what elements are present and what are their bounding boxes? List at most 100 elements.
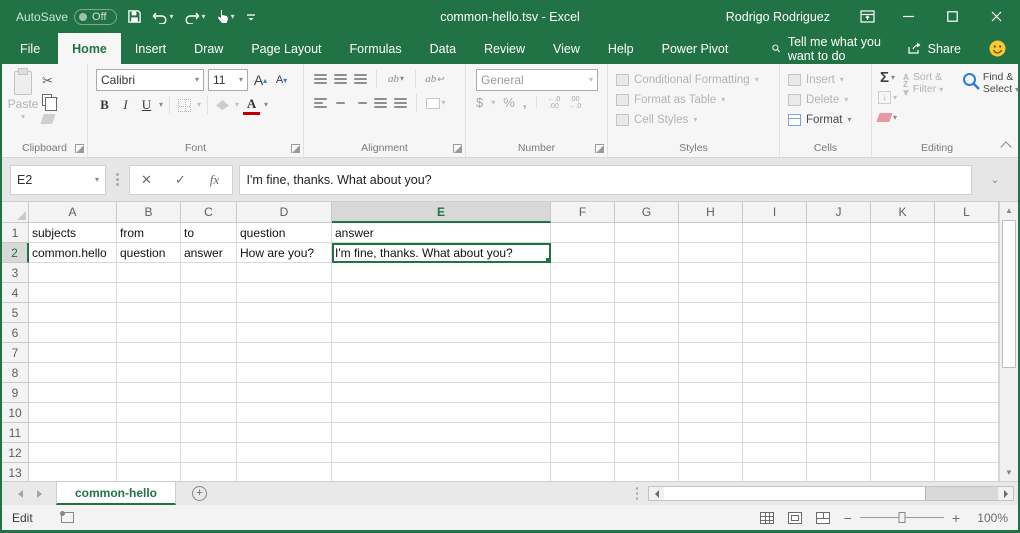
cell-B4[interactable] — [117, 283, 181, 303]
cell-K3[interactable] — [871, 263, 935, 283]
collapse-ribbon-button[interactable] — [1000, 141, 1011, 152]
cell-F4[interactable] — [551, 283, 615, 303]
autosave-control[interactable]: AutoSave Off — [16, 9, 117, 25]
row-header-12[interactable]: 12 — [2, 443, 29, 463]
cell-K9[interactable] — [871, 383, 935, 403]
cell-K10[interactable] — [871, 403, 935, 423]
cell-C11[interactable] — [181, 423, 237, 443]
borders-button[interactable] — [176, 95, 193, 115]
row-header-11[interactable]: 11 — [2, 423, 29, 443]
cell-A6[interactable] — [29, 323, 117, 343]
cell-J13[interactable] — [807, 463, 871, 481]
cell-A5[interactable] — [29, 303, 117, 323]
cell-B6[interactable] — [117, 323, 181, 343]
cell-A12[interactable] — [29, 443, 117, 463]
cell-D8[interactable] — [237, 363, 332, 383]
increase-indent-button[interactable] — [394, 98, 407, 108]
cell-K11[interactable] — [871, 423, 935, 443]
column-header-E[interactable]: E — [332, 202, 551, 223]
cell-L9[interactable] — [935, 383, 999, 403]
zoom-level[interactable]: 100% — [974, 511, 1008, 525]
percent-style-button[interactable]: % — [503, 95, 515, 110]
cell-C2[interactable]: answer — [181, 243, 237, 263]
wrap-text-button[interactable]: ab↩ — [425, 69, 445, 89]
underline-button[interactable]: U — [138, 95, 155, 115]
clear-button[interactable]: ▾ — [878, 109, 897, 126]
column-header-B[interactable]: B — [117, 202, 181, 223]
tab-view[interactable]: View — [539, 33, 594, 64]
cell-F11[interactable] — [551, 423, 615, 443]
font-color-dropdown[interactable]: ▾ — [264, 101, 268, 109]
cell-C10[interactable] — [181, 403, 237, 423]
cell-D3[interactable] — [237, 263, 332, 283]
autosum-button[interactable]: Σ▾ — [880, 69, 895, 86]
name-box-dropdown[interactable]: ▾ — [95, 176, 99, 184]
tell-me-box[interactable]: Tell me what you want to do — [764, 33, 896, 64]
increase-decimal-button[interactable]: ←.0 .00 — [547, 96, 560, 110]
cell-K8[interactable] — [871, 363, 935, 383]
enter-entry-button[interactable]: ✓ — [164, 172, 198, 188]
expand-formula-bar-button[interactable]: ⌄ — [978, 173, 1012, 186]
vertical-scroll-thumb[interactable] — [1002, 220, 1016, 368]
accounting-dropdown[interactable]: ▾ — [491, 99, 495, 107]
cell-F3[interactable] — [551, 263, 615, 283]
cell-J8[interactable] — [807, 363, 871, 383]
font-color-button[interactable]: A — [243, 95, 260, 115]
column-header-L[interactable]: L — [935, 202, 999, 223]
cell-G6[interactable] — [615, 323, 679, 343]
paste-dropdown[interactable]: ▾ — [21, 113, 25, 121]
top-align-button[interactable] — [314, 74, 327, 84]
formula-input[interactable]: I'm fine, thanks. What about you? — [239, 165, 973, 195]
cell-L8[interactable] — [935, 363, 999, 383]
cell-G9[interactable] — [615, 383, 679, 403]
cell-K7[interactable] — [871, 343, 935, 363]
cell-I2[interactable] — [743, 243, 807, 263]
cell-B8[interactable] — [117, 363, 181, 383]
cell-K4[interactable] — [871, 283, 935, 303]
decrease-font-size-button[interactable]: A▾ — [273, 70, 290, 90]
cell-J3[interactable] — [807, 263, 871, 283]
minimize-button[interactable] — [886, 0, 930, 33]
cell-B2[interactable]: question — [117, 243, 181, 263]
cell-I9[interactable] — [743, 383, 807, 403]
row-header-5[interactable]: 5 — [2, 303, 29, 323]
column-header-C[interactable]: C — [181, 202, 237, 223]
cell-J7[interactable] — [807, 343, 871, 363]
cell-G12[interactable] — [615, 443, 679, 463]
cell-K5[interactable] — [871, 303, 935, 323]
cell-styles-button[interactable]: Cell Styles▾ — [616, 111, 775, 128]
sheet-tab-common-hello[interactable]: common-hello — [56, 482, 176, 505]
format-cells-button[interactable]: Format▾ — [788, 111, 867, 128]
cell-D13[interactable] — [237, 463, 332, 481]
tab-home[interactable]: Home — [58, 33, 121, 64]
cell-H2[interactable] — [679, 243, 743, 263]
redo-dropdown[interactable]: ▾ — [202, 12, 206, 21]
cell-H6[interactable] — [679, 323, 743, 343]
cell-H3[interactable] — [679, 263, 743, 283]
cell-D6[interactable] — [237, 323, 332, 343]
font-size-select[interactable]: 11▾ — [208, 69, 248, 91]
row-header-7[interactable]: 7 — [2, 343, 29, 363]
bold-button[interactable]: B — [96, 95, 113, 115]
comma-style-button[interactable]: , — [523, 95, 527, 110]
delete-cells-button[interactable]: Delete▾ — [788, 91, 867, 108]
cell-J10[interactable] — [807, 403, 871, 423]
select-all-button[interactable] — [2, 202, 29, 223]
cell-K13[interactable] — [871, 463, 935, 481]
cell-J4[interactable] — [807, 283, 871, 303]
cell-I10[interactable] — [743, 403, 807, 423]
cell-B13[interactable] — [117, 463, 181, 481]
bottom-align-button[interactable] — [354, 74, 367, 84]
row-header-13[interactable]: 13 — [2, 463, 29, 481]
feedback-button[interactable] — [971, 33, 1018, 64]
cell-D10[interactable] — [237, 403, 332, 423]
tab-insert[interactable]: Insert — [121, 33, 180, 64]
cell-L10[interactable] — [935, 403, 999, 423]
cell-D12[interactable] — [237, 443, 332, 463]
cell-C7[interactable] — [181, 343, 237, 363]
conditional-formatting-button[interactable]: Conditional Formatting▾ — [616, 71, 775, 88]
cell-B12[interactable] — [117, 443, 181, 463]
column-header-A[interactable]: A — [29, 202, 117, 223]
cell-I5[interactable] — [743, 303, 807, 323]
cell-D5[interactable] — [237, 303, 332, 323]
